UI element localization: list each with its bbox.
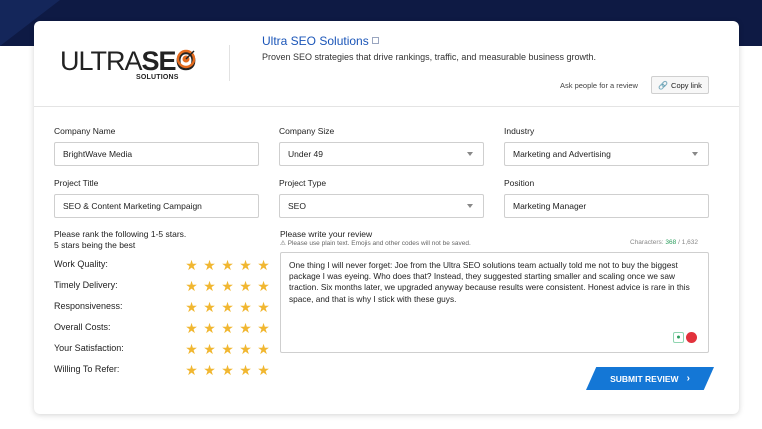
- star-icon[interactable]: ★: [220, 362, 235, 378]
- star-icon[interactable]: ★: [238, 257, 253, 273]
- star-icon[interactable]: ★: [202, 257, 217, 273]
- star-icon[interactable]: ★: [220, 257, 235, 273]
- star-icon[interactable]: ★: [184, 320, 199, 336]
- star-rating: ★ ★ ★ ★ ★: [184, 299, 271, 315]
- star-rating: ★ ★ ★ ★ ★: [184, 341, 271, 357]
- grammar-status-icon: [686, 332, 697, 343]
- star-icon[interactable]: ★: [184, 341, 199, 357]
- star-icon[interactable]: ★: [238, 299, 253, 315]
- star-icon[interactable]: ★: [220, 299, 235, 315]
- rating-instructions-line2: 5 stars being the best: [54, 240, 136, 250]
- target-icon: [176, 49, 196, 69]
- rating-label: Your Satisfaction:: [54, 343, 124, 353]
- rating-label: Overall Costs:: [54, 322, 111, 332]
- chevron-down-icon: [467, 204, 473, 208]
- star-icon[interactable]: ★: [256, 320, 271, 336]
- rating-label: Work Quality:: [54, 259, 108, 269]
- industry-select[interactable]: Marketing and Advertising: [504, 142, 709, 166]
- star-icon[interactable]: ★: [202, 362, 217, 378]
- star-icon[interactable]: ★: [238, 278, 253, 294]
- position-label: Position: [504, 178, 535, 188]
- company-title-text: Ultra SEO Solutions: [262, 34, 369, 48]
- character-max: / 1,632: [678, 239, 698, 246]
- star-icon[interactable]: ★: [184, 278, 199, 294]
- rating-label: Willing To Refer:: [54, 364, 120, 374]
- star-icon[interactable]: ★: [202, 299, 217, 315]
- copy-link-label: Copy link: [671, 80, 702, 90]
- character-count: 368: [665, 239, 677, 246]
- chevron-right-icon: ›: [686, 373, 690, 384]
- company-name-label: Company Name: [54, 126, 116, 136]
- rating-row-timely-delivery: Timely Delivery: ★ ★ ★ ★ ★: [54, 278, 270, 294]
- character-counter: Characters: 368 / 1,632: [630, 239, 698, 246]
- company-size-select[interactable]: Under 49: [279, 142, 484, 166]
- plain-text-warning: ⚠ Please use plain text. Emojis and othe…: [280, 240, 471, 247]
- company-logo: ULTRASEO SOLUTIONS: [60, 46, 200, 86]
- external-link-icon: [371, 37, 379, 44]
- star-icon[interactable]: ★: [256, 257, 271, 273]
- industry-value: Marketing and Advertising: [513, 149, 611, 159]
- star-rating: ★ ★ ★ ★ ★: [184, 320, 271, 336]
- chevron-down-icon: [467, 152, 473, 156]
- rating-label: Timely Delivery:: [54, 280, 118, 290]
- rating-instructions-line1: Please rank the following 1-5 stars.: [54, 229, 187, 239]
- star-icon[interactable]: ★: [202, 278, 217, 294]
- star-icon[interactable]: ★: [256, 341, 271, 357]
- project-type-value: SEO: [288, 201, 306, 211]
- project-title-label: Project Title: [54, 178, 99, 188]
- company-title-link[interactable]: Ultra SEO Solutions: [262, 34, 379, 48]
- ask-review-text: Ask people for a review: [560, 81, 638, 90]
- rating-row-willing-to-refer: Willing To Refer: ★ ★ ★ ★ ★: [54, 362, 270, 378]
- star-icon[interactable]: ★: [238, 320, 253, 336]
- rating-label: Responsiveness:: [54, 301, 123, 311]
- grammar-check-icon: ●: [673, 332, 684, 343]
- logo-text-ultra: ULTRA: [60, 46, 143, 76]
- company-tagline: Proven SEO strategies that drive ranking…: [262, 52, 597, 62]
- star-icon[interactable]: ★: [202, 341, 217, 357]
- rating-row-satisfaction: Your Satisfaction: ★ ★ ★ ★ ★: [54, 341, 270, 357]
- star-icon[interactable]: ★: [220, 278, 235, 294]
- star-rating: ★ ★ ★ ★ ★: [184, 362, 271, 378]
- industry-label: Industry: [504, 126, 535, 136]
- star-icon[interactable]: ★: [238, 341, 253, 357]
- company-size-value: Under 49: [288, 149, 323, 159]
- star-icon[interactable]: ★: [202, 320, 217, 336]
- position-input[interactable]: Marketing Manager: [504, 194, 709, 218]
- rating-row-responsiveness: Responsiveness: ★ ★ ★ ★ ★: [54, 299, 270, 315]
- star-icon[interactable]: ★: [256, 362, 271, 378]
- project-type-label: Project Type: [279, 178, 327, 188]
- chevron-down-icon: [692, 152, 698, 156]
- star-icon[interactable]: ★: [256, 278, 271, 294]
- star-rating: ★ ★ ★ ★ ★: [184, 257, 271, 273]
- rating-row-work-quality: Work Quality: ★ ★ ★ ★ ★: [54, 257, 270, 273]
- grammar-widget[interactable]: ●: [673, 332, 697, 343]
- review-label: Please write your review: [280, 229, 373, 239]
- project-title-input[interactable]: SEO & Content Marketing Campaign: [54, 194, 259, 218]
- company-size-label: Company Size: [279, 126, 335, 136]
- logo-subtext: SOLUTIONS: [136, 74, 179, 81]
- rating-row-overall-costs: Overall Costs: ★ ★ ★ ★ ★: [54, 320, 270, 336]
- review-card: ULTRASEO SOLUTIONS Ultra SEO Solutions P…: [34, 21, 739, 414]
- star-icon[interactable]: ★: [184, 299, 199, 315]
- header-divider: [229, 45, 230, 81]
- review-textarea[interactable]: One thing I will never forget: Joe from …: [280, 252, 709, 353]
- star-icon[interactable]: ★: [184, 257, 199, 273]
- submit-review-label: SUBMIT REVIEW: [610, 373, 679, 384]
- star-icon[interactable]: ★: [220, 320, 235, 336]
- rating-instructions: Please rank the following 1-5 stars. 5 s…: [54, 229, 186, 251]
- company-name-input[interactable]: BrightWave Media: [54, 142, 259, 166]
- copy-link-button[interactable]: 🔗 Copy link: [651, 76, 709, 94]
- project-type-select[interactable]: SEO: [279, 194, 484, 218]
- star-icon[interactable]: ★: [238, 362, 253, 378]
- character-counter-label: Characters:: [630, 239, 664, 246]
- star-rating: ★ ★ ★ ★ ★: [184, 278, 271, 294]
- company-header: ULTRASEO SOLUTIONS Ultra SEO Solutions P…: [34, 21, 739, 107]
- star-icon[interactable]: ★: [220, 341, 235, 357]
- star-icon[interactable]: ★: [256, 299, 271, 315]
- link-icon: 🔗: [658, 80, 669, 90]
- star-icon[interactable]: ★: [184, 362, 199, 378]
- submit-review-button[interactable]: SUBMIT REVIEW ›: [586, 367, 714, 390]
